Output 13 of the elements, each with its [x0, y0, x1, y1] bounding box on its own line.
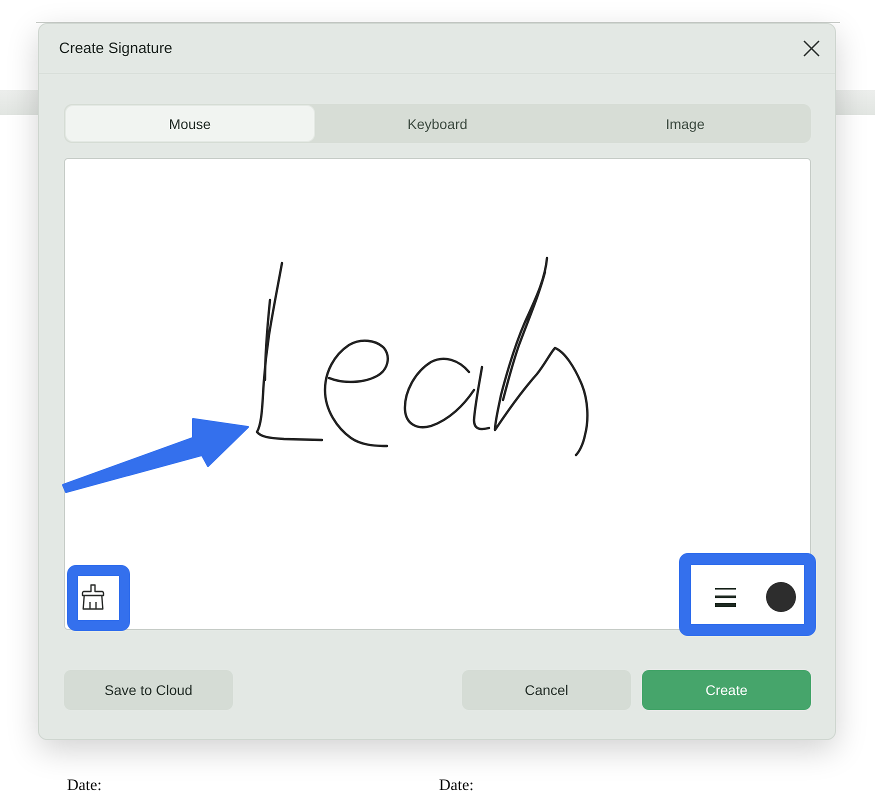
date-label: Date:	[439, 777, 474, 794]
footer-button[interactable]: Save to Cloud	[64, 670, 233, 710]
tab[interactable]: Mouse	[66, 106, 314, 141]
tab[interactable]: Keyboard	[314, 106, 562, 141]
footer-button[interactable]: Cancel	[462, 670, 631, 710]
brush-icon[interactable]	[81, 584, 105, 610]
close-icon[interactable]	[803, 40, 820, 57]
date-label: Date:	[67, 777, 102, 794]
signature-pad[interactable]	[64, 158, 811, 630]
tab[interactable]: Image	[561, 106, 809, 141]
dialog-title: Create Signature	[59, 40, 172, 57]
line-width-icon[interactable]	[715, 588, 736, 606]
color-swatch-icon[interactable]	[766, 582, 796, 612]
